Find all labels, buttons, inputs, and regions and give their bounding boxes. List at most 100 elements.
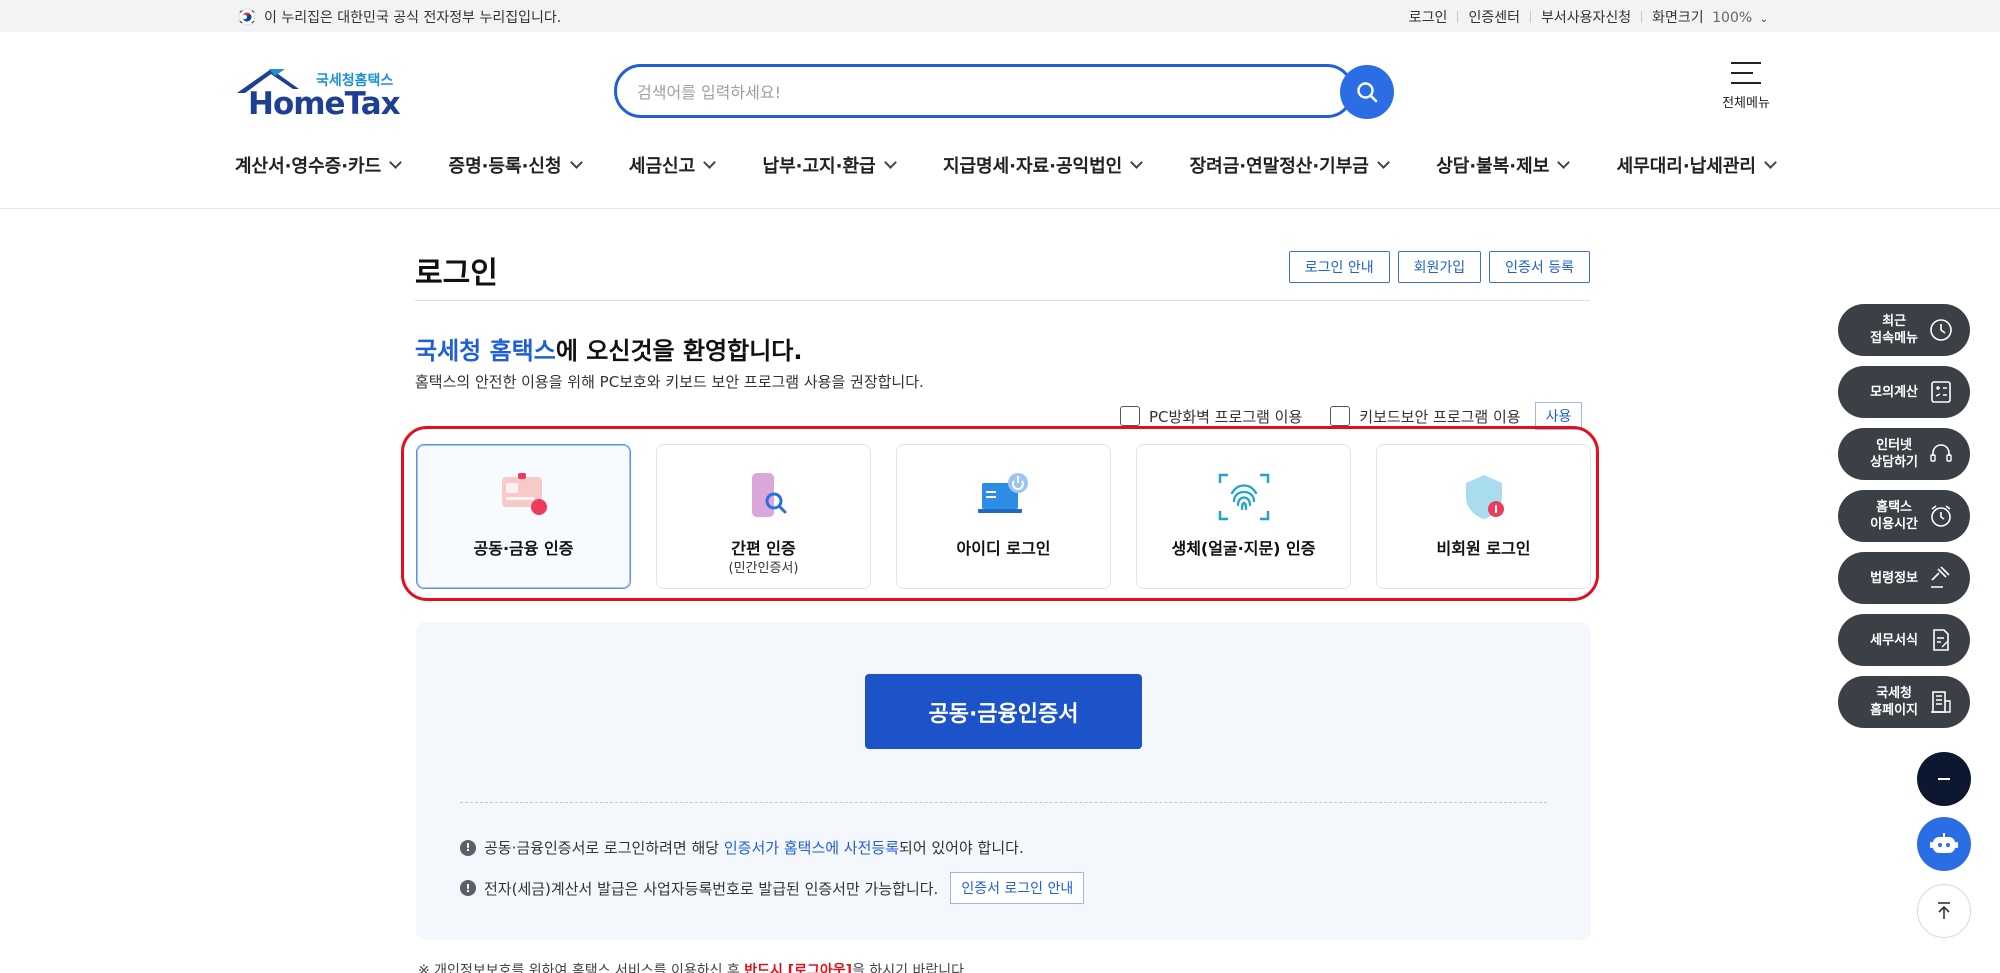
pc-firewall-label: PC방화벽 프로그램 이용: [1149, 407, 1303, 426]
clock-icon: [1930, 319, 1952, 341]
chevron-down-icon: ⌄: [1759, 14, 1768, 25]
nav-label: 세금신고: [628, 156, 696, 177]
document-edit-icon: [1933, 629, 1949, 651]
nav-item-tax-agent[interactable]: 세무대리·납세관리: [1616, 152, 1777, 178]
footnote-text: ※ 개인정보보호를 위하여 홈택스 서비스를 이용하신 후: [418, 963, 745, 973]
quick-label: 인터넷 상담하기: [1870, 438, 1918, 470]
nav-label: 세무대리·납세관리: [1616, 156, 1756, 177]
nav-label: 납부·고지·환급: [762, 156, 876, 177]
gov-notice: 이 누리집은 대한민국 공식 전자정부 누리집입니다.: [238, 7, 561, 27]
preregister-link[interactable]: 인증서가 홈택스에 사전등록: [724, 837, 899, 858]
signup-button[interactable]: 회원가입: [1397, 251, 1482, 283]
quick-law-info[interactable]: 법령정보: [1838, 552, 1970, 604]
main-nav: 계산서·영수증·카드 증명·등록·신청 세금신고 납부·고지·환급 지급명세·자…: [235, 152, 1777, 178]
logo-title[interactable]: HomeTax: [248, 86, 401, 122]
welcome-highlight: 국세청 홈택스: [415, 337, 556, 365]
chatbot-button[interactable]: [1917, 817, 1971, 871]
utility-links: 로그인 인증센터 부서사용자신청 화면크기 100% ⌄: [1409, 7, 1768, 27]
nav-label: 계산서·영수증·카드: [235, 156, 382, 177]
all-menu-label: 전체메뉴: [1722, 96, 1770, 111]
nav-label: 지급명세·자료·공익법인: [942, 156, 1123, 177]
search-box: [614, 64, 1354, 118]
keyboard-security-checkbox[interactable]: [1330, 406, 1351, 426]
pc-firewall-checkbox[interactable]: [1120, 406, 1140, 426]
divider: [1641, 11, 1643, 23]
chevron-down-icon: [569, 156, 583, 169]
nav-item-consult[interactable]: 상담·불복·제보: [1436, 152, 1571, 178]
collapse-quick-menu-button[interactable]: [1917, 752, 1971, 806]
welcome-rest: 에 오신것을 환영합니다.: [555, 337, 803, 365]
quick-label: 홈택스 이용시간: [1870, 500, 1918, 532]
cert-register-button[interactable]: 인증서 등록: [1489, 251, 1590, 283]
quick-label: 모의계산: [1870, 384, 1918, 400]
nav-item-invoice[interactable]: 계산서·영수증·카드: [235, 152, 403, 178]
quick-hometax-hours[interactable]: 홈택스 이용시간: [1838, 490, 1970, 542]
login-guide-button[interactable]: 로그인 안내: [1288, 251, 1390, 283]
quick-nts-homepage[interactable]: 국세청 홈페이지: [1838, 676, 1970, 728]
nav-item-certificate[interactable]: 증명·등록·신청: [448, 152, 583, 178]
info-text: 공동·금융인증서로 로그인하려면 해당: [484, 839, 724, 857]
link-cert-center[interactable]: 인증센터: [1468, 7, 1520, 27]
quick-menu: 최근 접속메뉴 모의계산 인터넷 상담하기 홈택스 이용시간 법령정보 세무서식 국세…: [1838, 304, 1970, 738]
nav-label: 장려금·연말정산·기부금: [1189, 156, 1369, 177]
link-login[interactable]: 로그인: [1409, 7, 1448, 27]
login-top-buttons: 로그인 안내 회원가입 인증서 등록: [1288, 251, 1590, 283]
nav-item-incentive[interactable]: 장려금·연말정산·기부금: [1189, 152, 1390, 178]
gavel-icon: [1931, 566, 1950, 588]
logout-footnote: ※ 개인정보보호를 위하여 홈택스 서비스를 이용하신 후 반드시 [로그아웃]…: [418, 960, 968, 973]
nav-label: 상담·불복·제보: [1436, 156, 1550, 177]
search-icon: [1357, 82, 1378, 103]
quick-tax-forms[interactable]: 세무서식: [1838, 614, 1970, 666]
security-notice: 홈택스의 안전한 이용을 위해 PC보호와 키보드 보안 프로그램 사용을 권장…: [415, 373, 924, 391]
keyboard-security-option: 키보드보안 프로그램 이용: [1330, 406, 1521, 427]
nav-item-payment[interactable]: 납부·고지·환급: [762, 152, 897, 178]
exclamation-icon: !: [460, 839, 476, 856]
building-icon: [1931, 691, 1951, 713]
keyboard-security-label: 키보드보안 프로그램 이용: [1359, 407, 1521, 426]
page-title: 로그인: [415, 256, 498, 291]
chevron-down-icon: [1557, 156, 1571, 169]
gov-notice-text: 이 누리집은 대한민국 공식 전자정부 누리집입니다.: [264, 10, 562, 26]
exclamation-icon: !: [460, 880, 476, 896]
divider: [1529, 11, 1531, 23]
nav-item-tax-report[interactable]: 세금신고: [628, 152, 717, 178]
divider: [1457, 11, 1459, 23]
chevron-down-icon: [1764, 156, 1777, 169]
quick-internet-consult[interactable]: 인터넷 상담하기: [1838, 428, 1970, 480]
chatbot-icon: [1930, 833, 1958, 853]
font-size-value: 100%: [1712, 10, 1753, 26]
quick-recent-menu[interactable]: 최근 접속메뉴: [1838, 304, 1970, 356]
calculator-icon: [1931, 381, 1951, 403]
panel-divider: [460, 802, 1547, 803]
hamburger-icon: [1731, 62, 1761, 84]
scroll-top-button[interactable]: [1917, 884, 1971, 938]
quick-label: 최근 접속메뉴: [1870, 314, 1918, 346]
cert-login-guide-button[interactable]: 인증서 로그인 안내: [950, 872, 1085, 904]
footnote-text: 을 하시기 바랍니다.: [852, 963, 969, 973]
all-menu-button[interactable]: 전체메뉴: [1716, 62, 1776, 111]
search-input[interactable]: [637, 79, 1237, 105]
chevron-down-icon: [1130, 156, 1144, 169]
arrow-up-icon: [1938, 902, 1950, 919]
welcome-heading: 국세청 홈택스에 오신것을 환영합니다.: [415, 331, 802, 366]
nav-divider: [0, 208, 2000, 209]
quick-mock-calc[interactable]: 모의계산: [1838, 366, 1970, 418]
chevron-down-icon: [703, 156, 717, 169]
search-button[interactable]: [1340, 65, 1394, 119]
gov-banner: 이 누리집은 대한민국 공식 전자정부 누리집입니다. 로그인 인증센터 부서사…: [0, 0, 2000, 32]
footnote-logout: 반드시 [로그아웃]: [744, 963, 853, 973]
font-size-label: 화면크기: [1652, 10, 1704, 26]
info-text: 전자(세금)계산서 발급은 사업자등록번호로 발급된 인증서만 가능합니다.: [484, 879, 939, 898]
quick-label: 세무서식: [1870, 632, 1918, 648]
quick-label: 국세청 홈페이지: [1870, 686, 1918, 718]
joint-cert-login-button[interactable]: 공동·금융인증서: [865, 674, 1142, 749]
nav-item-statement[interactable]: 지급명세·자료·공익법인: [942, 152, 1144, 178]
nav-label: 증명·등록·신청: [448, 156, 562, 177]
link-dept-user-apply[interactable]: 부서사용자신청: [1541, 7, 1631, 27]
info-line-preregister: ! 공동·금융인증서로 로그인하려면 해당 인증서가 홈택스에 사전등록 되어 …: [460, 837, 1024, 858]
pc-firewall-option: PC방화벽 프로그램 이용: [1120, 406, 1302, 427]
alarm-clock-icon: [1931, 505, 1951, 527]
info-line-einvoice: ! 전자(세금)계산서 발급은 사업자등록번호로 발급된 인증서만 가능합니다.…: [460, 872, 1085, 904]
chevron-down-icon: [883, 156, 897, 169]
font-size-control[interactable]: 화면크기 100% ⌄: [1652, 7, 1768, 27]
